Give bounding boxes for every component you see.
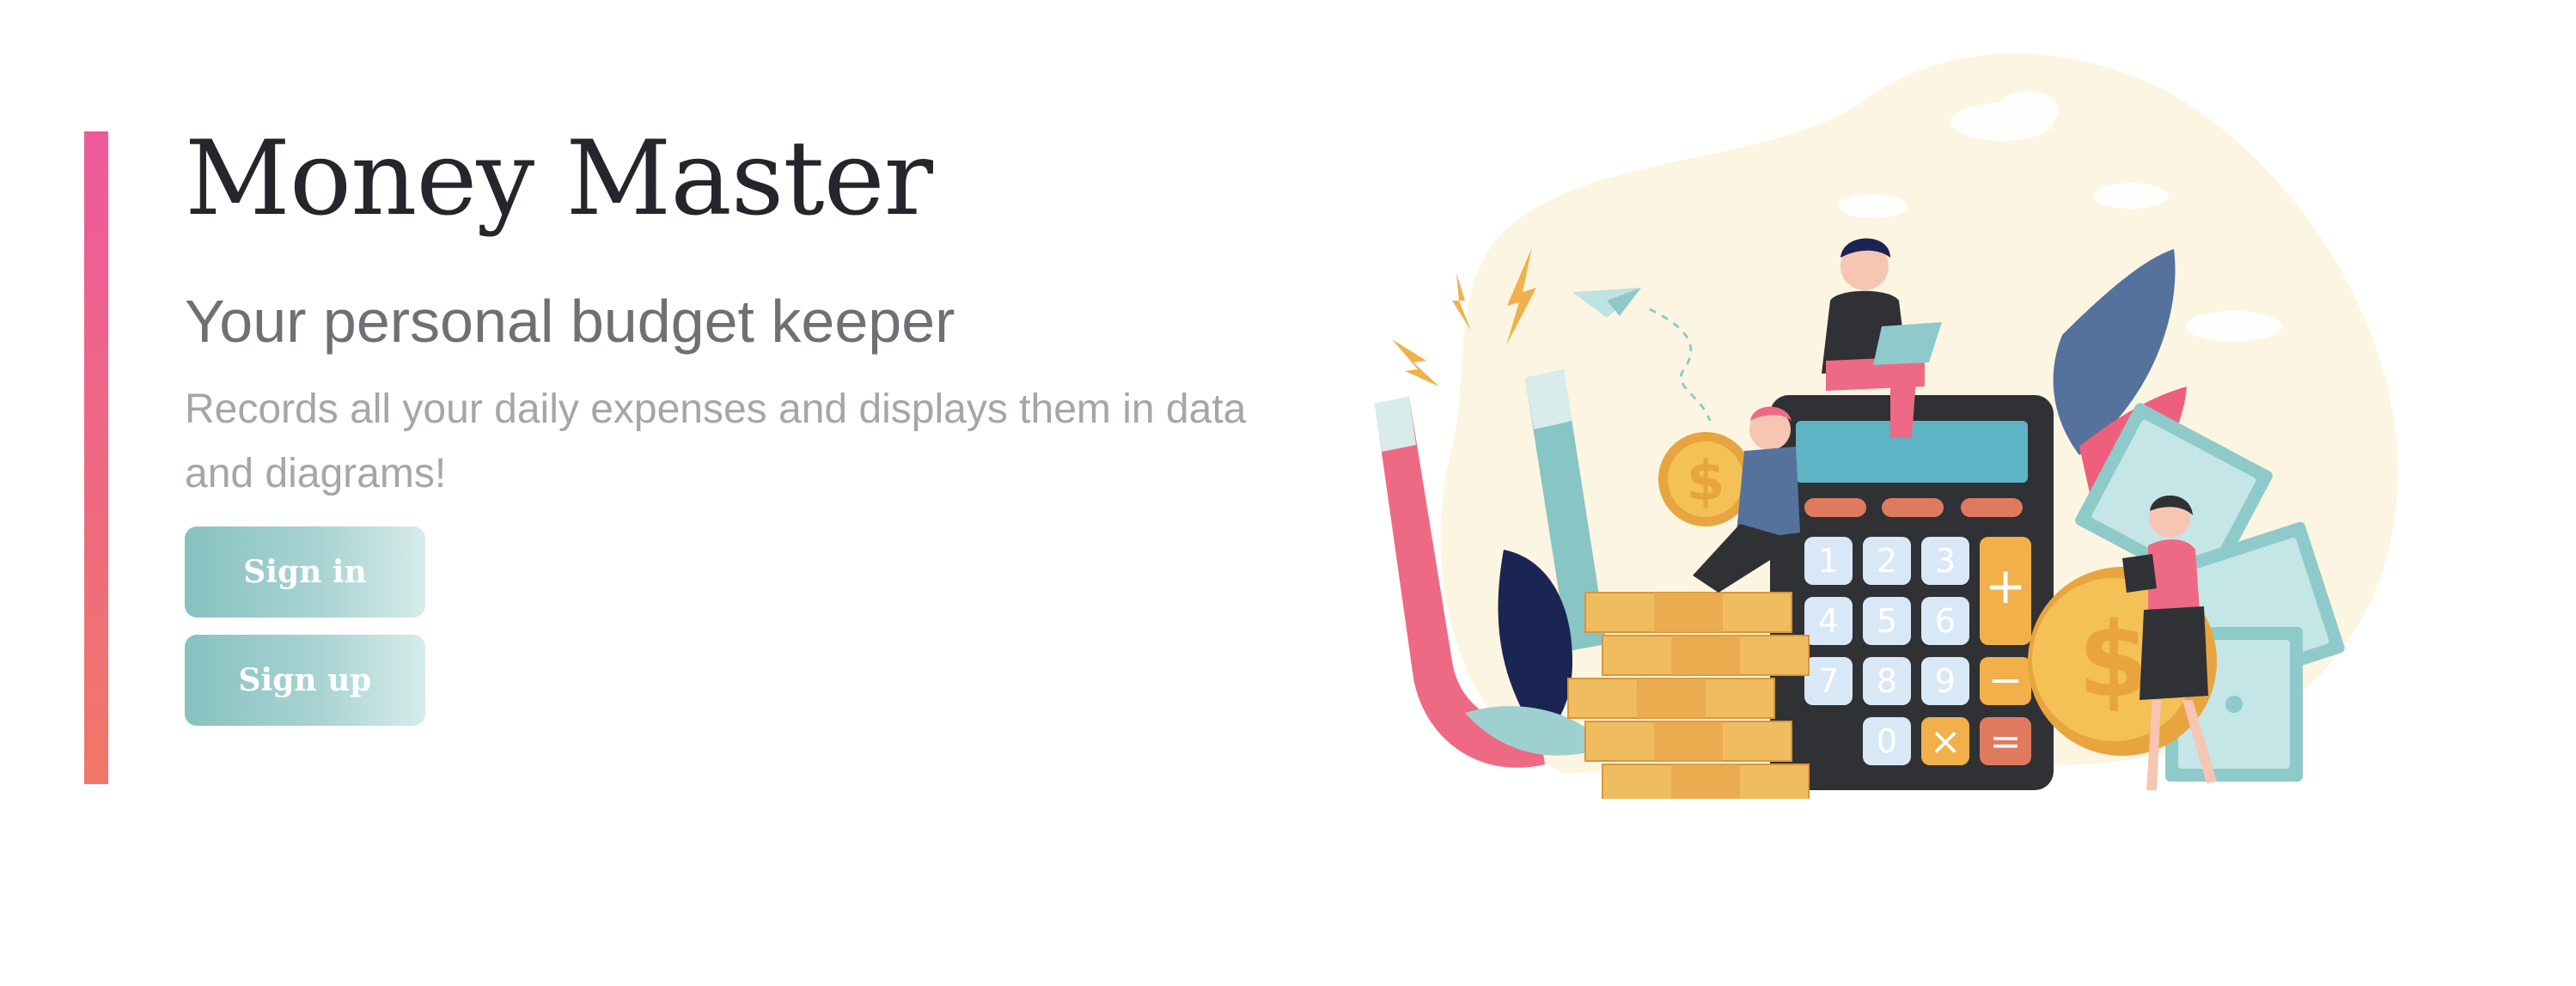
calc-key-6: 6 (1935, 602, 1956, 640)
calc-key-9: 9 (1935, 662, 1956, 700)
page-subtitle: Your personal budget keeper (185, 288, 955, 355)
coin-symbol: $ (2078, 601, 2150, 721)
calc-key-0: 0 (1877, 722, 1897, 760)
calc-key-times: × (1930, 720, 1962, 764)
calculator-icon: 1 2 3 + 4 5 6 7 8 9 − 0 × = (1770, 395, 2054, 790)
budget-illustration: 1 2 3 + 4 5 6 7 8 9 − 0 × = $ $ (1375, 53, 2398, 799)
hero-content: Money Master Your personal budget keeper… (185, 120, 1302, 726)
page-description: Records all your daily expenses and disp… (185, 386, 1247, 496)
coin-stack-icon (1567, 592, 1810, 799)
svg-text:$: $ (1687, 450, 1725, 514)
calc-key-3: 3 (1935, 542, 1956, 580)
sign-up-button[interactable]: Sign up (185, 635, 425, 726)
calc-key-5: 5 (1877, 602, 1897, 640)
calc-key-4: 4 (1818, 602, 1839, 640)
sign-in-button[interactable]: Sign in (185, 526, 425, 618)
calc-key-minus: − (1988, 656, 2023, 704)
hero-illustration: 1 2 3 + 4 5 6 7 8 9 − 0 × = $ $ (1323, 43, 2440, 799)
landing-page: Money Master Your personal budget keeper… (0, 0, 2576, 986)
calc-key-8: 8 (1877, 662, 1897, 700)
accent-bar (84, 131, 108, 784)
calc-key-equals: = (1990, 720, 2022, 764)
calc-key-plus: + (1985, 557, 2027, 615)
calc-key-1: 1 (1818, 542, 1839, 580)
calc-key-2: 2 (1877, 542, 1897, 580)
calc-key-7: 7 (1818, 662, 1839, 700)
page-title: Money Master (185, 119, 933, 239)
